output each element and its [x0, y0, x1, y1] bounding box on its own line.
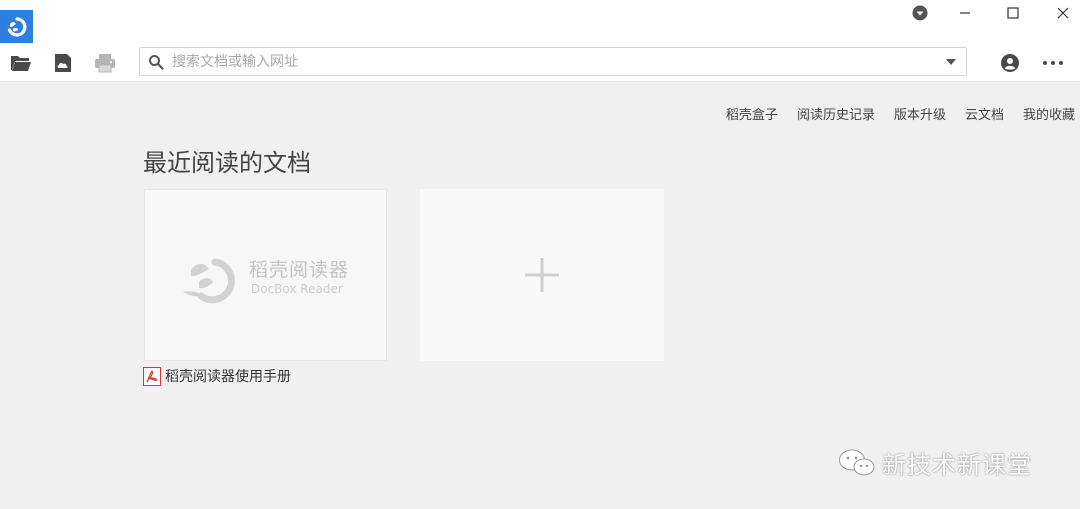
pdf-icon	[143, 366, 161, 386]
top-links: 稻壳盒子 阅读历史记录 版本升级 云文档 我的收藏	[726, 104, 1075, 123]
user-account-button[interactable]	[998, 51, 1022, 75]
printer-icon	[95, 54, 115, 73]
print-button[interactable]	[93, 51, 117, 75]
recent-doc-filename: 稻壳阅读器使用手册	[165, 369, 291, 385]
minimize-button[interactable]	[942, 0, 988, 26]
section-title: 最近阅读的文档	[143, 149, 311, 177]
menu-dropdown-button[interactable]	[897, 0, 943, 26]
close-button[interactable]	[1040, 0, 1080, 26]
thumbnail-brand-en: DocBox Reader	[251, 282, 343, 296]
toolbar	[0, 44, 1080, 82]
cloud-save-button[interactable]	[51, 51, 75, 75]
watermark: 新技术新课堂	[838, 445, 1032, 480]
open-file-button[interactable]	[9, 51, 33, 75]
app-logo[interactable]	[0, 10, 33, 43]
maximize-icon	[1007, 7, 1019, 19]
maximize-button[interactable]	[990, 0, 1036, 26]
watermark-text: 新技术新课堂	[882, 451, 1032, 479]
thumbnail-brand: 稻壳阅读器 DocBox Reader	[181, 252, 361, 306]
chevron-down-circle-icon	[912, 5, 928, 21]
link-my-favorites[interactable]: 我的收藏	[1023, 104, 1075, 123]
minimize-icon	[960, 12, 970, 14]
thumbnail-brand-name: 稻壳阅读器	[249, 259, 350, 281]
search-input[interactable]	[172, 51, 932, 72]
link-cloud-docs[interactable]: 云文档	[965, 104, 1004, 123]
wechat-icon	[839, 449, 875, 475]
docbox-watermark-logo-icon	[183, 258, 235, 304]
search-box[interactable]	[139, 47, 967, 76]
user-icon	[1001, 54, 1019, 72]
title-bar	[0, 0, 1080, 44]
close-icon	[1057, 7, 1069, 19]
link-reading-history[interactable]: 阅读历史记录	[797, 104, 875, 123]
more-icon	[1043, 61, 1063, 65]
search-icon	[149, 55, 164, 70]
recent-doc-card[interactable]: 稻壳阅读器 DocBox Reader	[144, 189, 387, 361]
docbox-logo-icon	[7, 16, 26, 37]
search-dropdown-icon[interactable]	[946, 59, 956, 66]
link-version-upgrade[interactable]: 版本升级	[894, 104, 946, 123]
link-docbox[interactable]: 稻壳盒子	[726, 104, 778, 123]
more-options-button[interactable]	[1041, 51, 1065, 75]
folder-open-icon	[11, 56, 31, 71]
cloud-save-icon	[55, 54, 71, 72]
plus-icon	[525, 258, 559, 292]
add-document-card[interactable]	[420, 189, 664, 361]
recent-doc-label[interactable]: 稻壳阅读器使用手册	[143, 366, 291, 386]
